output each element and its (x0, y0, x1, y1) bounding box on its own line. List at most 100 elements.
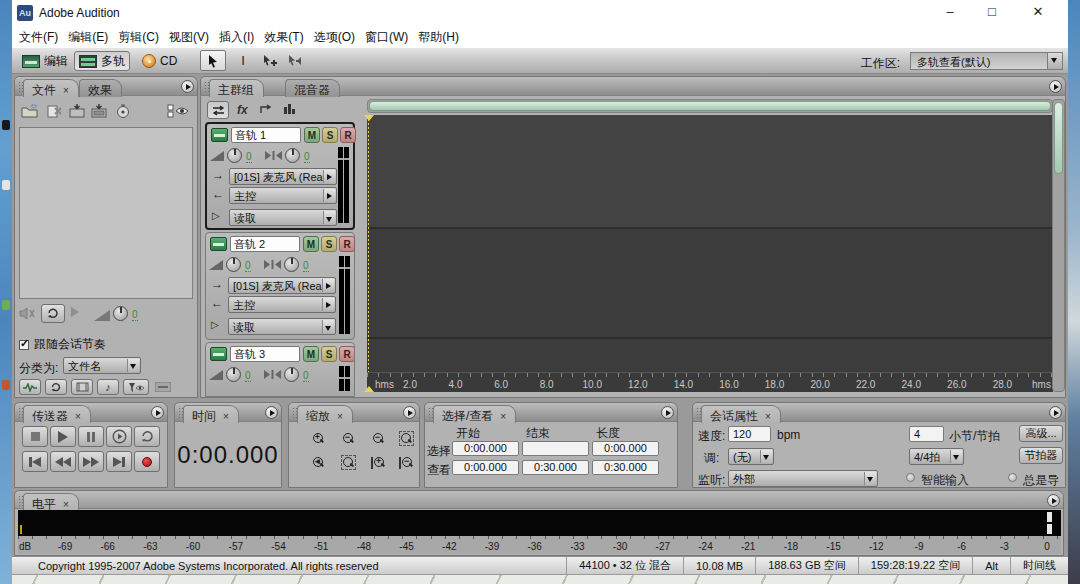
monitor-select[interactable]: 外部 (728, 470, 878, 487)
menu-item[interactable]: 文件(F) (14, 27, 63, 48)
pan-value[interactable]: 0 (304, 152, 310, 163)
fx-toggle-button[interactable]: fx (237, 103, 248, 117)
filter-options-button[interactable] (123, 379, 149, 395)
menu-item[interactable]: 效果(T) (259, 27, 308, 48)
automation-dropdown-button[interactable] (323, 211, 335, 224)
play-from-cursor-button[interactable] (106, 426, 132, 447)
options-toggle-button[interactable] (165, 101, 191, 121)
time-display[interactable]: 0:00.000 (175, 441, 281, 469)
play-looped-button[interactable] (134, 426, 160, 447)
view-end-field[interactable]: 0:30.000 (522, 460, 589, 475)
collapse-button[interactable] (155, 382, 171, 392)
mute-button[interactable]: M (303, 236, 319, 252)
go-to-end-button[interactable] (106, 451, 132, 472)
vscroll-thumb[interactable] (1054, 102, 1063, 174)
edit-view-button[interactable]: 编辑 (18, 51, 72, 71)
metronome-button[interactable]: 节拍器 (1019, 447, 1063, 464)
tab-main-group[interactable]: 主群组 (209, 79, 264, 97)
panel-menu-button[interactable] (403, 406, 416, 419)
tool-move-copy[interactable] (256, 50, 282, 71)
input-dropdown-button[interactable] (322, 279, 334, 292)
cd-view-button[interactable]: CD (138, 51, 181, 71)
track-lane-2[interactable] (367, 231, 1053, 339)
always-import-radio[interactable] (1008, 473, 1017, 482)
panel-menu-button[interactable] (1047, 494, 1060, 507)
auto-play-icon[interactable] (19, 307, 35, 320)
track-name-input[interactable] (230, 236, 300, 252)
track-input-select[interactable]: [01S] 麦克风 (Rea (229, 168, 337, 185)
playhead-handle-bottom[interactable] (364, 386, 374, 392)
loop-play-button[interactable] (41, 304, 65, 323)
solo-button[interactable]: S (321, 236, 337, 252)
view-length-field[interactable]: 0:30.000 (592, 460, 659, 475)
tab-files[interactable]: 文件× (23, 79, 79, 97)
maximize-button[interactable]: □ (975, 0, 1009, 24)
volume-value[interactable]: 0 (246, 152, 252, 163)
hscroll-thumb[interactable] (369, 101, 1051, 111)
fast-forward-button[interactable] (78, 451, 104, 472)
show-video-files-button[interactable] (71, 379, 93, 395)
pause-button[interactable] (78, 426, 104, 447)
meter-select[interactable]: 4/4拍 (909, 448, 964, 465)
menu-item[interactable]: 插入(I) (214, 27, 259, 48)
zoom-selection-button[interactable] (393, 429, 419, 448)
output-dropdown-button[interactable] (322, 298, 334, 311)
tool-scrub[interactable] (282, 50, 308, 71)
zoom-out-h-button[interactable]: − (335, 429, 361, 448)
follow-session-checkbox[interactable] (19, 340, 29, 350)
volume-knob[interactable] (227, 148, 242, 163)
close-file-button[interactable] (43, 101, 65, 121)
insert-into-cd-button[interactable] (88, 101, 110, 121)
close-tab-icon[interactable]: × (765, 411, 771, 422)
panel-menu-button[interactable] (181, 80, 194, 93)
timeline-vscrollbar[interactable] (1052, 99, 1065, 392)
show-midi-files-button[interactable]: ♪ (97, 379, 119, 395)
track-lane-1[interactable] (367, 115, 1053, 229)
automation-mode-select[interactable]: 读取 (228, 318, 336, 335)
arm-record-button[interactable]: R (339, 346, 355, 362)
expand-arrow-icon[interactable]: ▷ (212, 210, 220, 221)
pan-value[interactable]: 0 (303, 261, 309, 272)
panel-menu-button[interactable] (1049, 406, 1062, 419)
zoom-out-v-button[interactable]: − (393, 453, 419, 472)
bus-toggle-button[interactable] (259, 102, 273, 115)
close-button[interactable]: ✕ (1021, 0, 1055, 24)
track-tile-2[interactable]: M S R 0 0 → [01S] 麦克风 (Rea ← 主控 ▷ 读取 (205, 232, 355, 340)
tab-zoom[interactable]: 缩放× (297, 405, 353, 423)
tab-selection-view[interactable]: 选择/查看× (433, 405, 516, 423)
menu-item[interactable]: 选项(O) (309, 27, 360, 48)
zoom-in-v-button[interactable]: + (365, 453, 391, 472)
expand-arrow-icon[interactable]: ▷ (211, 319, 219, 330)
timeline-ruler[interactable]: hms 2.04.06.08.010.012.014.016.018.020.0… (367, 372, 1053, 392)
file-volume-knob[interactable] (113, 306, 128, 321)
record-button[interactable] (134, 451, 160, 472)
tab-effects[interactable]: 效果 (79, 79, 122, 97)
sort-dropdown-button[interactable] (127, 359, 139, 372)
tab-transport[interactable]: 传送器× (23, 405, 91, 423)
volume-knob[interactable] (226, 367, 241, 382)
tab-mixer[interactable]: 混音器 (285, 79, 340, 97)
tool-hybrid-select[interactable] (200, 50, 226, 71)
tab-levels[interactable]: 电平× (23, 493, 79, 510)
track-output-select[interactable]: 主控 (229, 187, 337, 204)
show-audio-files-button[interactable] (19, 379, 41, 395)
stop-button[interactable] (22, 426, 48, 447)
import-audio-button[interactable] (66, 101, 88, 121)
track-tile-1[interactable]: M S R 0 0 → [01S] 麦克风 (Rea ← 主控 ▷ 读取 (205, 122, 355, 230)
zoom-out-full-button[interactable]: − (365, 429, 391, 448)
key-dropdown-button[interactable] (760, 450, 772, 463)
menu-item[interactable]: 窗口(W) (360, 27, 413, 48)
pan-knob[interactable] (285, 148, 300, 163)
menu-item[interactable]: 视图(V) (164, 27, 214, 48)
multitrack-view-button[interactable]: 多轨 (74, 51, 130, 71)
panel-menu-button[interactable] (265, 406, 278, 419)
mute-button[interactable]: M (304, 127, 320, 143)
tab-session-properties[interactable]: 会话属性× (701, 405, 781, 423)
pan-knob[interactable] (284, 257, 299, 272)
file-volume-value[interactable]: 0 (132, 310, 138, 321)
eq-toggle-button[interactable] (283, 102, 296, 115)
close-tab-icon[interactable]: × (500, 411, 506, 422)
tempo-field[interactable]: 120 (728, 426, 771, 442)
select-start-field[interactable]: 0:00.000 (452, 441, 519, 456)
volume-value[interactable]: 0 (245, 371, 251, 382)
